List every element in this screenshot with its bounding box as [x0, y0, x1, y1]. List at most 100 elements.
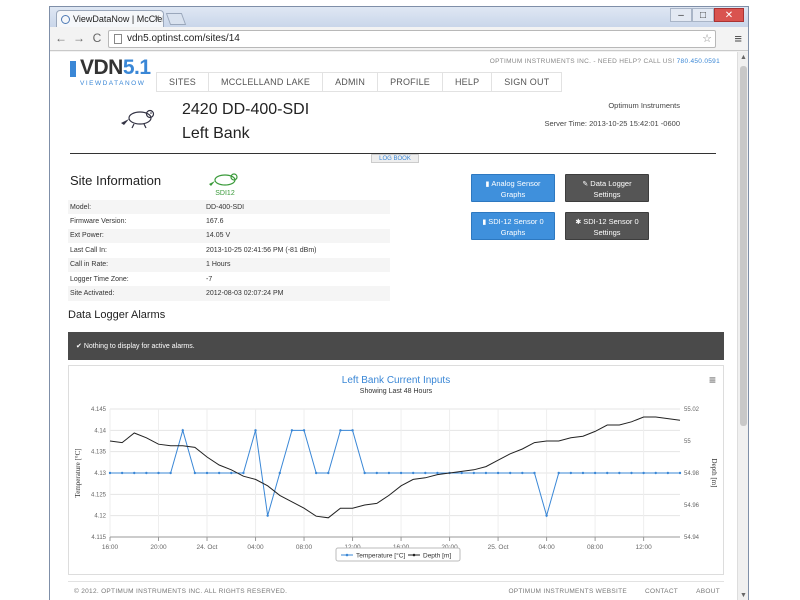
bar-chart-icon: ▮	[485, 181, 490, 188]
bookmark-star-icon[interactable]: ☆	[702, 32, 712, 45]
temperature-point	[606, 471, 609, 475]
back-arrow-icon[interactable]: ←	[54, 31, 68, 45]
y-right-tick-label: 54.94	[684, 535, 700, 541]
support-phone[interactable]: 780.450.0591	[677, 58, 720, 65]
temperature-point	[399, 471, 403, 475]
temperature-point	[266, 514, 269, 517]
alarms-title: Data Logger Alarms	[68, 309, 166, 321]
temperature-point	[545, 514, 548, 517]
server-time: Server Time: 2013-10-25 15:42:01 -0600	[544, 119, 680, 128]
footer-link-website[interactable]: OPTIMUM INSTRUMENTS WEBSITE	[508, 588, 627, 595]
temperature-point	[654, 471, 657, 475]
info-icon	[61, 15, 70, 24]
forward-arrow-icon[interactable]: →	[72, 31, 86, 45]
sdi12-sensor-settings-button[interactable]: ✱ SDI-12 Sensor 0 Settings	[565, 212, 649, 240]
footer-links: OPTIMUM INSTRUMENTS WEBSITE CONTACT ABOU…	[490, 588, 720, 595]
page-viewport: VDN5.1 VIEWDATANOW OPTIMUM INSTRUMENTS I…	[50, 52, 738, 600]
screen: ViewDataNow | McClellan × – □ ✕ ← → C vd…	[0, 0, 800, 600]
scroll-up-icon[interactable]: ▲	[738, 54, 749, 61]
x-tick-label: 25. Oct	[488, 544, 509, 551]
info-row-ext-power: Ext Power: 14.05 V	[68, 228, 390, 244]
chart-menu-icon[interactable]: ≡	[709, 373, 716, 387]
temperature-point	[339, 429, 342, 432]
nav-sites[interactable]: SITES	[156, 73, 208, 92]
sdi12-sensor-graphs-button[interactable]: ▮ SDI-12 Sensor 0 Graphs	[471, 212, 555, 240]
legend-label-temperature: Temperature [°C]	[356, 552, 405, 560]
logo-subtext: VIEWDATANOW	[80, 80, 146, 87]
temperature-point	[230, 471, 233, 475]
temperature-point	[120, 471, 124, 475]
footer-link-contact[interactable]: CONTACT	[645, 588, 678, 595]
temperature-point	[387, 471, 391, 475]
y-left-axis-label: Temperature [°C]	[74, 448, 82, 497]
browser-menu-icon[interactable]: ≡	[734, 31, 742, 46]
new-tab-button[interactable]	[165, 13, 187, 25]
temperature-point	[678, 471, 682, 475]
nav-admin[interactable]: ADMIN	[322, 73, 377, 92]
nav-sign-out[interactable]: SIGN OUT	[491, 73, 563, 92]
gear-icon: ✱	[575, 219, 582, 226]
scroll-down-icon[interactable]: ▼	[738, 592, 749, 599]
close-window-button[interactable]: ✕	[714, 8, 744, 22]
y-right-tick-label: 54.98	[684, 471, 700, 477]
temperature-point	[327, 471, 330, 475]
temperature-point	[642, 471, 645, 475]
beaver-icon	[121, 109, 155, 129]
reload-icon[interactable]: C	[90, 31, 104, 45]
browser-titlebar: ViewDataNow | McClellan × – □ ✕	[50, 7, 748, 27]
minimize-button[interactable]: –	[670, 8, 692, 22]
temperature-point	[375, 471, 379, 475]
temperature-point	[205, 471, 209, 475]
x-tick-label: 04:00	[538, 544, 555, 551]
legend-label-depth: Depth [m]	[423, 553, 451, 560]
y-left-tick-label: 4.135	[91, 450, 107, 456]
nav-profile[interactable]: PROFILE	[377, 73, 442, 92]
chart-subtitle: Showing Last 48 Hours	[360, 388, 433, 395]
data-logger-settings-button[interactable]: ✎ Data Logger Settings	[565, 174, 649, 202]
nav-mcclelland-lake[interactable]: MCCLELLAND LAKE	[208, 73, 322, 92]
temperature-point	[472, 471, 476, 475]
temperature-point	[593, 471, 597, 475]
chart-svg: Left Bank Current Inputs Showing Last 48 …	[68, 365, 724, 575]
scrollbar-thumb[interactable]	[740, 66, 747, 426]
analog-sensor-graphs-button[interactable]: ▮ Analog Sensor Graphs	[471, 174, 555, 202]
current-inputs-chart: Left Bank Current Inputs Showing Last 48 …	[68, 365, 724, 575]
x-tick-label: 08:00	[587, 544, 604, 551]
maximize-button[interactable]: □	[692, 8, 714, 22]
x-tick-label: 24. Oct	[197, 544, 218, 551]
temperature-point	[618, 471, 621, 475]
temperature-point	[290, 429, 294, 432]
y-right-axis-label: Depth [m]	[710, 459, 718, 488]
temperature-point	[302, 429, 306, 432]
footer-link-about[interactable]: ABOUT	[696, 588, 720, 595]
info-row-firmware: Firmware Version: 167.6	[70, 218, 224, 226]
bar-chart-icon: ▮	[482, 219, 487, 226]
site-name: 2420 DD-400-SDI	[182, 101, 310, 118]
y-left-tick-label: 4.125	[91, 492, 107, 498]
info-row-call-rate: Call in Rate: 1 Hours	[68, 257, 390, 272]
browser-tab[interactable]: ViewDataNow | McClellan ×	[56, 10, 164, 27]
x-tick-label: 20:00	[150, 544, 167, 551]
temperature-point	[242, 471, 245, 475]
info-row-activated: Site Activated: 2012-08-03 02:07:24 PM	[68, 286, 390, 301]
temperature-point	[278, 471, 281, 475]
temperature-point	[145, 471, 148, 475]
alarms-message: Nothing to display for active alarms.	[83, 343, 195, 350]
alarms-panel: ✔ Nothing to display for active alarms.	[68, 332, 724, 360]
sdi12-badge-text: SDI12	[215, 190, 235, 197]
temperature-point	[157, 471, 160, 475]
vdn-logo[interactable]: VDN5.1 VIEWDATANOW	[70, 56, 156, 92]
temperature-point	[496, 471, 500, 475]
address-bar[interactable]: vdn5.optinst.com/sites/14 ☆	[108, 30, 716, 48]
browser-window: ViewDataNow | McClellan × – □ ✕ ← → C vd…	[49, 6, 749, 600]
nav-help[interactable]: HELP	[441, 73, 491, 92]
support-line: OPTIMUM INSTRUMENTS INC. - NEED HELP? CA…	[490, 58, 720, 65]
tab-close-icon[interactable]: ×	[154, 13, 160, 24]
legend-marker-temperature	[345, 553, 349, 557]
temperature-point	[569, 471, 573, 475]
temperature-point	[351, 429, 354, 432]
page-scrollbar[interactable]: ▲ ▼	[737, 52, 748, 600]
logo-bar	[70, 61, 76, 77]
log-book-button[interactable]: LOG BOOK	[371, 154, 419, 163]
temperature-point	[509, 471, 512, 475]
